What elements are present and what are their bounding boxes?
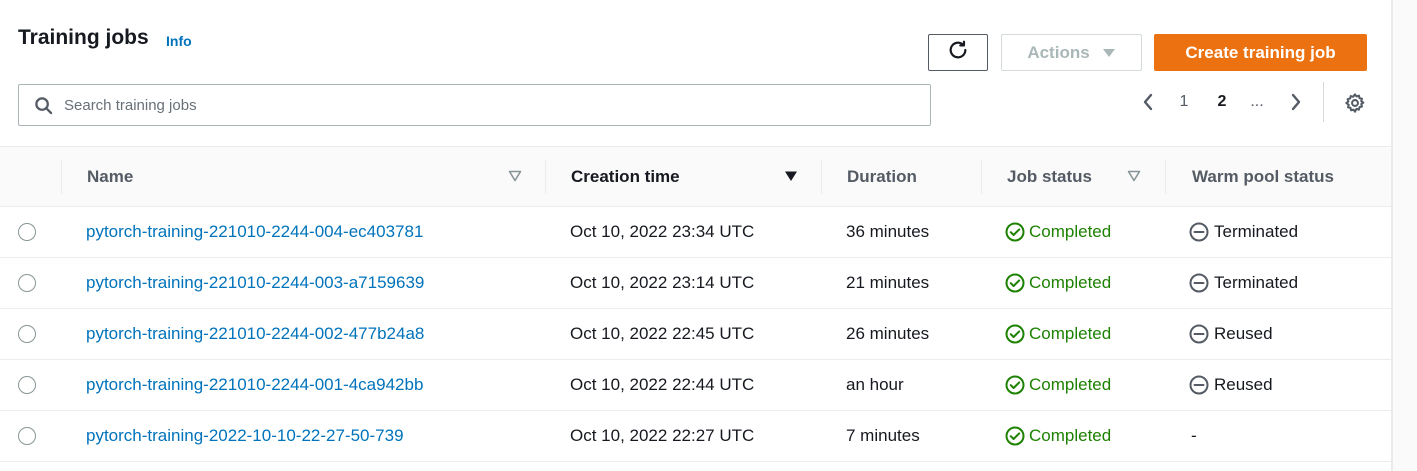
warm-pool-status-label: Terminated bbox=[1214, 222, 1299, 241]
table-row[interactable]: pytorch-training-221010-2244-001-4ca942b… bbox=[0, 360, 1391, 411]
row-select-radio[interactable] bbox=[18, 223, 36, 241]
page-2-button[interactable]: 2 bbox=[1214, 88, 1230, 116]
job-status-label: Completed bbox=[1029, 324, 1112, 343]
table-header: Name Creation time Duration Job status W… bbox=[0, 146, 1391, 207]
column-divider bbox=[981, 160, 982, 194]
refresh-button[interactable] bbox=[928, 34, 988, 71]
job-status-label: Completed bbox=[1029, 426, 1112, 445]
column-header-job-status[interactable]: Job status bbox=[1007, 147, 1092, 206]
sort-descending-icon[interactable] bbox=[783, 168, 799, 184]
job-name-link[interactable]: pytorch-training-2022-10-10-22-27-50-739 bbox=[86, 411, 404, 461]
pagination-divider bbox=[1323, 82, 1324, 122]
search-icon bbox=[33, 95, 53, 115]
job-status-cell: Completed bbox=[1005, 309, 1111, 359]
gear-icon bbox=[1345, 93, 1365, 113]
warm-pool-status-label: Terminated bbox=[1214, 273, 1299, 292]
check-circle-icon bbox=[1005, 222, 1025, 242]
chevron-left-icon bbox=[1143, 93, 1153, 111]
warm-pool-status-cell: Terminated bbox=[1189, 207, 1298, 257]
column-header-creation-time[interactable]: Creation time bbox=[571, 147, 680, 206]
table-row[interactable]: pytorch-training-221010-2244-004-ec40378… bbox=[0, 207, 1391, 258]
sort-caret-icon[interactable] bbox=[507, 168, 523, 184]
training-jobs-table: Name Creation time Duration Job status W… bbox=[0, 146, 1391, 462]
duration-cell: 7 minutes bbox=[846, 426, 920, 445]
check-circle-icon bbox=[1005, 426, 1025, 446]
table-row[interactable]: pytorch-training-2022-10-10-22-27-50-739… bbox=[0, 411, 1391, 462]
warm-pool-status-label: Reused bbox=[1214, 375, 1273, 394]
job-status-label: Completed bbox=[1029, 273, 1112, 292]
column-divider bbox=[1165, 160, 1166, 194]
creation-time-cell: Oct 10, 2022 22:27 UTC bbox=[570, 426, 755, 445]
duration-cell: 36 minutes bbox=[846, 222, 930, 241]
page-gutter bbox=[1393, 0, 1417, 471]
training-jobs-panel: Training jobs Info Actions Create traini… bbox=[0, 0, 1391, 471]
stopped-circle-icon bbox=[1189, 324, 1209, 344]
warm-pool-status-cell: Terminated bbox=[1189, 258, 1298, 308]
row-select-radio[interactable] bbox=[18, 325, 36, 343]
job-name-link[interactable]: pytorch-training-221010-2244-001-4ca942b… bbox=[86, 360, 423, 410]
settings-button[interactable] bbox=[1342, 90, 1368, 116]
column-header-duration[interactable]: Duration bbox=[847, 147, 917, 206]
duration-cell: 26 minutes bbox=[846, 324, 930, 343]
job-status-label: Completed bbox=[1029, 375, 1112, 394]
creation-time-cell: Oct 10, 2022 22:45 UTC bbox=[570, 324, 755, 343]
sort-caret-icon[interactable] bbox=[1126, 168, 1142, 184]
check-circle-icon bbox=[1005, 375, 1025, 395]
next-page-button[interactable] bbox=[1285, 88, 1307, 116]
column-header-name[interactable]: Name bbox=[87, 147, 133, 206]
caret-down-icon bbox=[1102, 43, 1116, 63]
table-row[interactable]: pytorch-training-221010-2244-002-477b24a… bbox=[0, 309, 1391, 360]
check-circle-icon bbox=[1005, 273, 1025, 293]
warm-pool-status-cell: - bbox=[1191, 426, 1197, 445]
column-divider bbox=[61, 160, 62, 194]
warm-pool-status-label: Reused bbox=[1214, 324, 1273, 343]
actions-label: Actions bbox=[1027, 42, 1090, 62]
page-title: Training jobs bbox=[18, 26, 149, 49]
row-select-radio[interactable] bbox=[18, 274, 36, 292]
row-select-radio[interactable] bbox=[18, 427, 36, 445]
search-input[interactable] bbox=[64, 96, 904, 114]
job-status-cell: Completed bbox=[1005, 411, 1111, 461]
job-name-link[interactable]: pytorch-training-221010-2244-002-477b24a… bbox=[86, 309, 424, 359]
job-status-label: Completed bbox=[1029, 222, 1112, 241]
stopped-circle-icon bbox=[1189, 375, 1209, 395]
stopped-circle-icon bbox=[1189, 222, 1209, 242]
column-divider bbox=[545, 160, 546, 194]
check-circle-icon bbox=[1005, 324, 1025, 344]
actions-dropdown[interactable]: Actions bbox=[1001, 34, 1142, 71]
job-name-link[interactable]: pytorch-training-221010-2244-003-a715963… bbox=[86, 258, 424, 308]
previous-page-button[interactable] bbox=[1137, 88, 1159, 116]
job-name-link[interactable]: pytorch-training-221010-2244-004-ec40378… bbox=[86, 207, 423, 257]
warm-pool-status-cell: Reused bbox=[1189, 360, 1273, 410]
stopped-circle-icon bbox=[1189, 273, 1209, 293]
table-row[interactable]: pytorch-training-221010-2244-003-a715963… bbox=[0, 258, 1391, 309]
pagination: 1 2 ... bbox=[1134, 88, 1314, 116]
create-training-job-button[interactable]: Create training job bbox=[1154, 34, 1367, 71]
page-1-button[interactable]: 1 bbox=[1176, 88, 1192, 116]
creation-time-cell: Oct 10, 2022 22:44 UTC bbox=[570, 375, 755, 394]
search-field[interactable] bbox=[18, 84, 931, 126]
job-status-cell: Completed bbox=[1005, 360, 1111, 410]
chevron-right-icon bbox=[1291, 93, 1301, 111]
refresh-icon bbox=[947, 39, 969, 66]
column-divider bbox=[821, 160, 822, 194]
duration-cell: 21 minutes bbox=[846, 273, 930, 292]
warm-pool-status-cell: Reused bbox=[1189, 309, 1273, 359]
pagination-ellipsis: ... bbox=[1250, 93, 1264, 110]
duration-cell: an hour bbox=[846, 375, 904, 394]
row-select-radio[interactable] bbox=[18, 376, 36, 394]
job-status-cell: Completed bbox=[1005, 207, 1111, 257]
creation-time-cell: Oct 10, 2022 23:34 UTC bbox=[570, 222, 755, 241]
column-header-warm-pool-status[interactable]: Warm pool status bbox=[1192, 147, 1334, 206]
table-body: pytorch-training-221010-2244-004-ec40378… bbox=[0, 207, 1391, 462]
creation-time-cell: Oct 10, 2022 23:14 UTC bbox=[570, 273, 755, 292]
job-status-cell: Completed bbox=[1005, 258, 1111, 308]
info-link[interactable]: Info bbox=[166, 33, 192, 49]
